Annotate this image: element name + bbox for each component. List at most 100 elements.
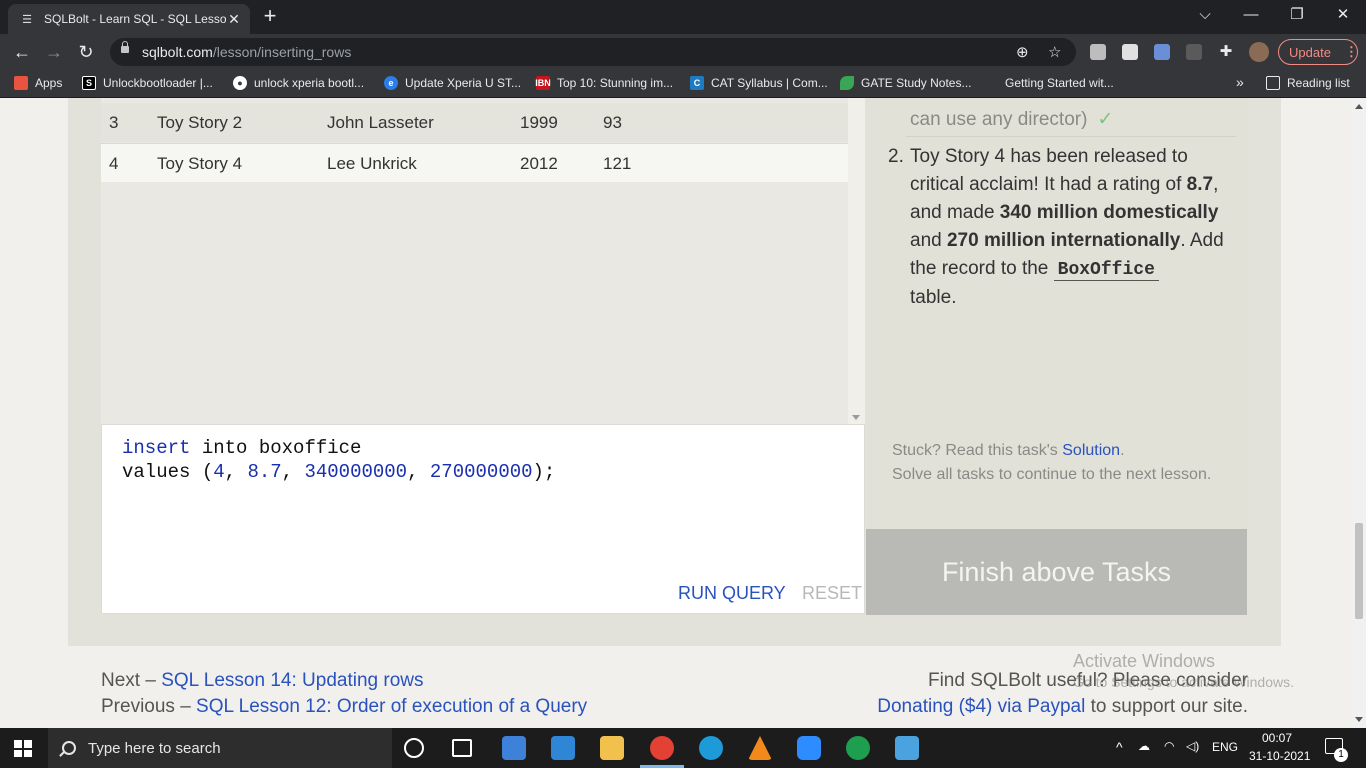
s-logo-icon: S [82,76,96,90]
extension-icon[interactable] [1090,44,1106,60]
show-hidden-icons[interactable]: ^ [1116,739,1123,755]
more-bookmarks-icon[interactable]: » [1236,74,1244,90]
url-text[interactable]: sqlbolt.com/lesson/inserting_rows [142,44,351,60]
camera-extension-icon[interactable] [1154,44,1170,60]
new-tab-button[interactable]: + [260,5,280,27]
mail-icon[interactable] [551,736,575,760]
page-scrollbar[interactable] [1352,98,1366,728]
windows-start-icon[interactable] [14,740,32,757]
vlc-icon[interactable] [748,736,772,760]
bookmark-getting-started[interactable]: Getting Started wit... [984,76,1114,90]
stuck-help-text: Stuck? Read this task's Solution. Solve … [892,442,1212,483]
cell-id: 3 [109,113,119,132]
close-window-button[interactable]: ✕ [1328,4,1358,26]
browser-toolbar: ← → ↻ sqlbolt.com/lesson/inserting_rows … [0,34,1366,70]
cell-title: Toy Story 4 [157,154,243,173]
query-results-table: 3 Toy Story 2 John Lasseter 1999 93 4 To… [101,98,865,424]
file-explorer-icon[interactable] [600,736,624,760]
back-arrow-icon[interactable]: ← [10,41,34,63]
bookmark-update-xperia[interactable]: e Update Xperia U ST... [384,76,521,90]
restore-button[interactable]: ❐ [1282,4,1312,26]
store-icon[interactable] [502,736,526,760]
sql-code[interactable]: insert into boxoffice values (4, 8.7, 34… [122,436,555,484]
language-indicator[interactable]: ENG [1212,740,1238,754]
cell-director: John Lasseter [327,113,434,132]
scroll-up-arrow-icon [1355,104,1363,109]
zoom-app-icon[interactable] [797,736,821,760]
page-extension-icon[interactable] [1122,44,1138,60]
leaf-icon [840,76,854,90]
task-view-icon[interactable] [452,739,472,757]
cell-length: 93 [603,113,622,132]
address-bar[interactable]: sqlbolt.com/lesson/inserting_rows ⊕ ☆ [110,38,1076,66]
reload-icon[interactable]: ↻ [74,41,98,63]
bookmark-cat-syllabus[interactable]: C CAT Syllabus | Com... [690,76,828,90]
tab-title: SQLBolt - Learn SQL - SQL Lesson [44,12,226,26]
table-name-code: BoxOffice [1053,260,1159,281]
cell-director: Lee Unkrick [327,154,417,173]
cell-title: Toy Story 2 [157,113,243,132]
lock-icon [121,41,129,53]
search-icon [62,741,76,755]
cortana-icon[interactable] [404,738,424,758]
ibn-icon: IBN [535,76,551,90]
edge-icon: e [384,76,398,90]
task-panel: can use any director) ✓ 2. Toy Story 4 ha… [866,98,1247,529]
solution-link[interactable]: Solution [1062,442,1120,459]
bookmark-unlockbootloader[interactable]: S Unlockbootloader |... [82,76,213,90]
previous-lesson-link[interactable]: SQL Lesson 12: Order of execution of a Q… [196,696,587,717]
sql-editor[interactable]: insert into boxoffice values (4, 8.7, 34… [101,424,865,614]
edge-browser-icon[interactable] [699,736,723,760]
menu-dots-icon: ⋮ [1344,44,1358,59]
run-query-button[interactable]: RUN QUERY [678,583,786,604]
reading-list-icon [1266,76,1280,90]
bookmarks-bar: Apps S Unlockbootloader |... ● unlock xper… [0,70,1366,98]
zoom-icon[interactable]: ⊕ [1016,43,1029,61]
results-scrollbar[interactable] [848,98,865,424]
volume-icon[interactable]: ◁) [1186,739,1199,753]
photos-icon[interactable] [895,736,919,760]
task-1-text: can use any director) ✓ [910,109,1114,130]
update-button[interactable]: Update ⋮ [1278,39,1358,65]
task-2-number: 2. [888,146,904,167]
analytics-extension-icon[interactable] [1186,44,1202,60]
chrome-icon[interactable] [650,736,674,760]
taskbar-search-input[interactable]: Type here to search [48,728,392,768]
bookmark-apps[interactable]: Apps [14,76,62,90]
task-divider [906,136,1236,137]
table-row: 3 Toy Story 2 John Lasseter 1999 93 [101,103,848,142]
scroll-down-arrow-icon [1355,717,1363,722]
lesson-navigation: Next – SQL Lesson 14: Updating rows Prev… [101,670,588,717]
bookmark-top-10[interactable]: IBN Top 10: Stunning im... [535,76,673,90]
browser-titlebar: ☰ SQLBolt - Learn SQL - SQL Lesson ✕ + ⌵… [0,0,1366,34]
reset-button[interactable]: RESET [802,583,862,604]
wifi-icon[interactable]: ◠ [1164,739,1174,753]
page-content: 3 Toy Story 2 John Lasseter 1999 93 4 To… [0,98,1352,728]
clock-time[interactable]: 00:07 [1262,731,1292,745]
blank-page-icon [984,76,998,90]
cell-id: 4 [109,154,119,173]
profile-avatar[interactable] [1249,42,1269,62]
clock-date[interactable]: 31-10-2021 [1249,749,1310,763]
bookmark-star-icon[interactable]: ☆ [1048,43,1061,61]
reading-list-button[interactable]: Reading list [1266,76,1350,90]
chrome-profile-icon[interactable] [846,736,870,760]
task-2-text: Toy Story 4 has been released to critica… [910,146,1224,308]
tab-close-icon[interactable]: ✕ [226,11,242,28]
puzzle-extensions-icon[interactable]: ✚ [1214,41,1238,63]
c-logo-icon: C [690,76,704,90]
checkmark-icon: ✓ [1097,109,1114,130]
bookmark-gate-notes[interactable]: GATE Study Notes... [840,76,971,90]
forward-arrow-icon[interactable]: → [42,41,66,63]
tab-search-icon[interactable]: ⌵ [1190,4,1220,26]
browser-tab[interactable]: ☰ SQLBolt - Learn SQL - SQL Lesson ✕ [8,4,250,34]
bookmark-unlock-xperia[interactable]: ● unlock xperia bootl... [233,76,364,90]
table-row: 4 Toy Story 4 Lee Unkrick 2012 121 [101,143,848,182]
minimize-button[interactable]: — [1236,4,1266,26]
next-lesson-link[interactable]: SQL Lesson 14: Updating rows [161,670,423,691]
cell-length: 121 [603,154,632,173]
windows-taskbar: Type here to search ^ ☁ ◠ ◁) ENG 00:07 3… [0,728,1366,768]
scroll-down-arrow-icon [852,415,860,420]
network-icon[interactable]: ☁ [1138,739,1150,753]
donate-link[interactable]: Donating ($4) via Paypal [877,696,1085,717]
